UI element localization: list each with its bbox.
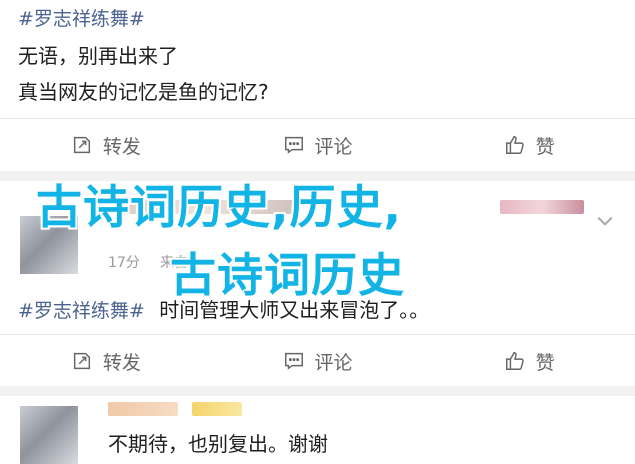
post3-text: 不期待，也别复出。谢谢 xyxy=(108,432,328,456)
comment-icon xyxy=(284,352,303,370)
post1-line2: 真当网友的记忆是鱼的记忆? xyxy=(18,80,269,104)
username-blurred-3a[interactable] xyxy=(108,402,178,416)
comment-label: 评论 xyxy=(314,351,353,374)
repost-label: 转发 xyxy=(102,135,141,158)
like-label: 赞 xyxy=(535,135,555,158)
comment-button-2[interactable]: 评论 xyxy=(212,348,424,375)
like-button-2[interactable]: 赞 xyxy=(423,348,635,375)
overlay-title-line1: 古诗词历史,历史, xyxy=(36,180,402,234)
action-bar-2: 转发 评论 赞 xyxy=(0,334,635,387)
like-icon xyxy=(505,136,524,154)
overlay-title-line2: 古诗词历史 xyxy=(170,248,405,302)
separator-band-2 xyxy=(0,386,635,396)
username-blurred-3b xyxy=(192,402,242,416)
like-button-1[interactable]: 赞 xyxy=(423,132,635,159)
badge-blurred-2 xyxy=(500,200,584,214)
post2-time: 17分 xyxy=(108,255,140,271)
post1-hashtag[interactable]: #罗志祥练舞# xyxy=(18,4,145,31)
comment-button-1[interactable]: 评论 xyxy=(212,132,424,159)
comment-icon xyxy=(284,136,303,154)
repost-button-1[interactable]: 转发 xyxy=(0,132,212,159)
repost-button-2[interactable]: 转发 xyxy=(0,348,212,375)
like-label: 赞 xyxy=(535,351,555,374)
repost-label: 转发 xyxy=(102,351,141,374)
repost-icon xyxy=(73,136,90,154)
comment-label: 评论 xyxy=(314,135,353,158)
action-bar-1: 转发 评论 赞 xyxy=(0,118,635,171)
chevron-down-icon[interactable] xyxy=(596,212,614,231)
like-icon xyxy=(505,352,524,370)
avatar-3[interactable] xyxy=(20,406,78,464)
post2-hashtag[interactable]: #罗志祥练舞# xyxy=(18,300,145,322)
post1-line1: 无语，别再出来了 xyxy=(18,44,178,68)
repost-icon xyxy=(73,352,90,370)
